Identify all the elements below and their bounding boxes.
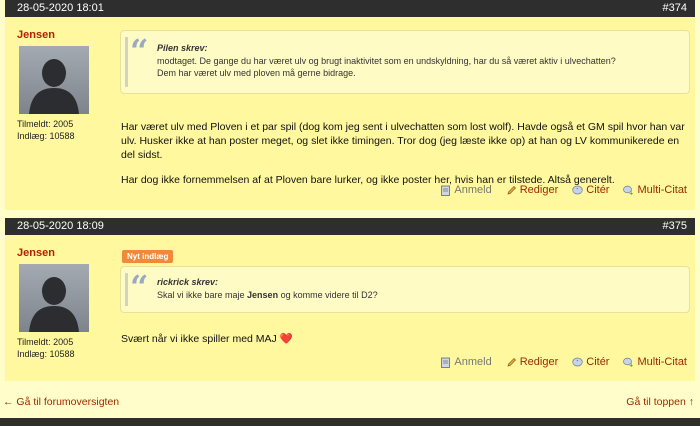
post-body: Har været ulv med Ploven i et par spil (…: [121, 120, 691, 187]
post-date: 28-05-2020 18:01: [17, 2, 104, 14]
post-number[interactable]: #374: [663, 0, 687, 17]
post-count: Indlæg: 10588: [17, 349, 75, 359]
svg-text:+: +: [630, 190, 634, 196]
quote-bar: [125, 273, 128, 306]
new-post-badge: Nyt indlæg: [122, 250, 174, 263]
default-avatar-icon: [19, 46, 89, 114]
author-name[interactable]: Jensen: [17, 29, 55, 41]
multiquote-icon: +: [623, 357, 634, 368]
quote-button[interactable]: “ Citér: [572, 184, 609, 196]
multiquote-label: Multi-Citat: [637, 184, 687, 196]
post-actions: Anmeld Rediger “ Citér + Multi-Citat: [440, 356, 687, 368]
default-avatar-icon: [19, 264, 89, 332]
quote-label: Citér: [586, 184, 610, 196]
post-paragraph: Har været ulv med Ploven i et par spil (…: [121, 121, 685, 161]
quote-bar: [125, 37, 128, 87]
quote-text: Skal vi ikke bare maje Jensen og komme v…: [157, 289, 677, 301]
quote-icon: “: [572, 185, 583, 194]
report-icon: [441, 357, 451, 368]
quoted-username: Jensen: [247, 290, 279, 300]
post-body: Svært når vi ikke spiller med MAJ ❤️: [121, 332, 691, 346]
joined-date: Tilmeldt: 2005: [17, 119, 74, 129]
report-label: Anmeld: [454, 184, 492, 196]
pencil-icon: [507, 185, 516, 194]
multiquote-button[interactable]: + Multi-Citat: [623, 184, 687, 196]
quote-line: modtaget. De gange du har været ulv og b…: [157, 56, 616, 66]
quote-block: “ Pilen skrev: modtaget. De gange du har…: [120, 30, 690, 94]
post-count: Indlæg: 10588: [17, 131, 75, 141]
edit-button[interactable]: Rediger: [506, 356, 559, 368]
post-actions: Anmeld Rediger “ Citér + Multi-Citat: [440, 184, 687, 196]
quote-text-part: Skal vi ikke bare maje: [157, 290, 248, 300]
quote-author: Pilen skrev:: [157, 43, 208, 53]
quote-label: Citér: [586, 356, 610, 368]
post-paragraph: Svært når vi ikke spiller med MAJ: [121, 333, 280, 345]
svg-text:+: +: [630, 362, 634, 368]
post-374: 28-05-2020 18:01 #374 Jensen Tilmeldt: 2…: [5, 0, 695, 210]
report-icon: [441, 185, 451, 196]
joined-date: Tilmeldt: 2005: [17, 337, 74, 347]
quote-icon: “: [572, 357, 583, 366]
multiquote-button[interactable]: + Multi-Citat: [623, 356, 687, 368]
post-header: 28-05-2020 18:09 #375: [5, 218, 695, 235]
author-name[interactable]: Jensen: [17, 247, 55, 259]
quote-block: “ rickrick skrev: Skal vi ikke bare maje…: [120, 266, 690, 313]
edit-button[interactable]: Rediger: [506, 184, 559, 196]
quote-button[interactable]: “ Citér: [572, 356, 609, 368]
avatar[interactable]: [19, 264, 89, 332]
post-number[interactable]: #375: [663, 218, 687, 235]
quote-mark-icon: “: [130, 32, 149, 70]
multiquote-icon: +: [623, 185, 634, 196]
back-to-top-link[interactable]: Gå til toppen ↑: [626, 396, 694, 408]
quote-text-part: og komme videre til D2?: [278, 290, 378, 300]
quote-text: modtaget. De gange du har været ulv og b…: [157, 55, 677, 79]
back-to-forum-link[interactable]: ← Gå til forumoversigten: [3, 396, 119, 408]
report-button[interactable]: Anmeld: [440, 356, 492, 368]
report-label: Anmeld: [454, 356, 492, 368]
post-375: 28-05-2020 18:09 #375 Jensen Tilmeldt: 2…: [5, 218, 695, 381]
heart-icon: ❤️: [279, 333, 293, 345]
quote-mark-icon: “: [130, 268, 149, 306]
post-date: 28-05-2020 18:09: [17, 220, 104, 232]
pencil-icon: [507, 357, 516, 366]
multiquote-label: Multi-Citat: [637, 356, 687, 368]
edit-label: Rediger: [519, 184, 559, 196]
post-header: 28-05-2020 18:01 #374: [5, 0, 695, 17]
avatar[interactable]: [19, 46, 89, 114]
quote-line: Dem har været ulv med ploven må gerne bi…: [157, 68, 356, 78]
report-button[interactable]: Anmeld: [440, 184, 492, 196]
bottom-bar: [0, 418, 700, 426]
edit-label: Rediger: [519, 356, 559, 368]
quote-author: rickrick skrev:: [157, 277, 219, 287]
